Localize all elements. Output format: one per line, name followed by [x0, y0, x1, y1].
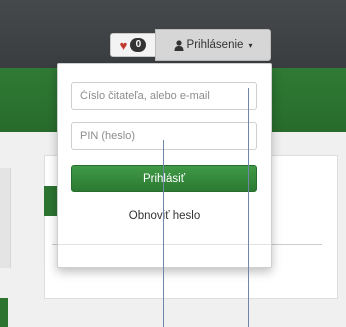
user-icon — [174, 39, 184, 51]
reset-password-link[interactable]: Obnoviť heslo — [58, 210, 271, 222]
heart-icon: ♥ — [119, 37, 128, 53]
reader-number-or-email-input[interactable] — [71, 82, 257, 110]
login-label: Prihlásenie — [186, 39, 244, 51]
login-submit-button[interactable]: Prihlásiť — [71, 165, 257, 192]
dropdown-divider — [58, 244, 271, 245]
favorites-count-badge: 0 — [130, 38, 147, 52]
pin-password-input[interactable] — [71, 122, 257, 150]
favorites-button[interactable]: ♥ 0 — [110, 33, 156, 57]
annotation-line — [163, 140, 164, 327]
login-toggle-button[interactable]: Prihlásenie ▾ — [155, 29, 271, 61]
green-side-tab — [0, 298, 8, 327]
annotation-line — [248, 88, 249, 327]
chevron-down-icon: ▾ — [248, 40, 253, 50]
login-dropdown: Prihlásiť Obnoviť heslo — [57, 63, 272, 268]
left-panel-edge — [0, 168, 11, 268]
